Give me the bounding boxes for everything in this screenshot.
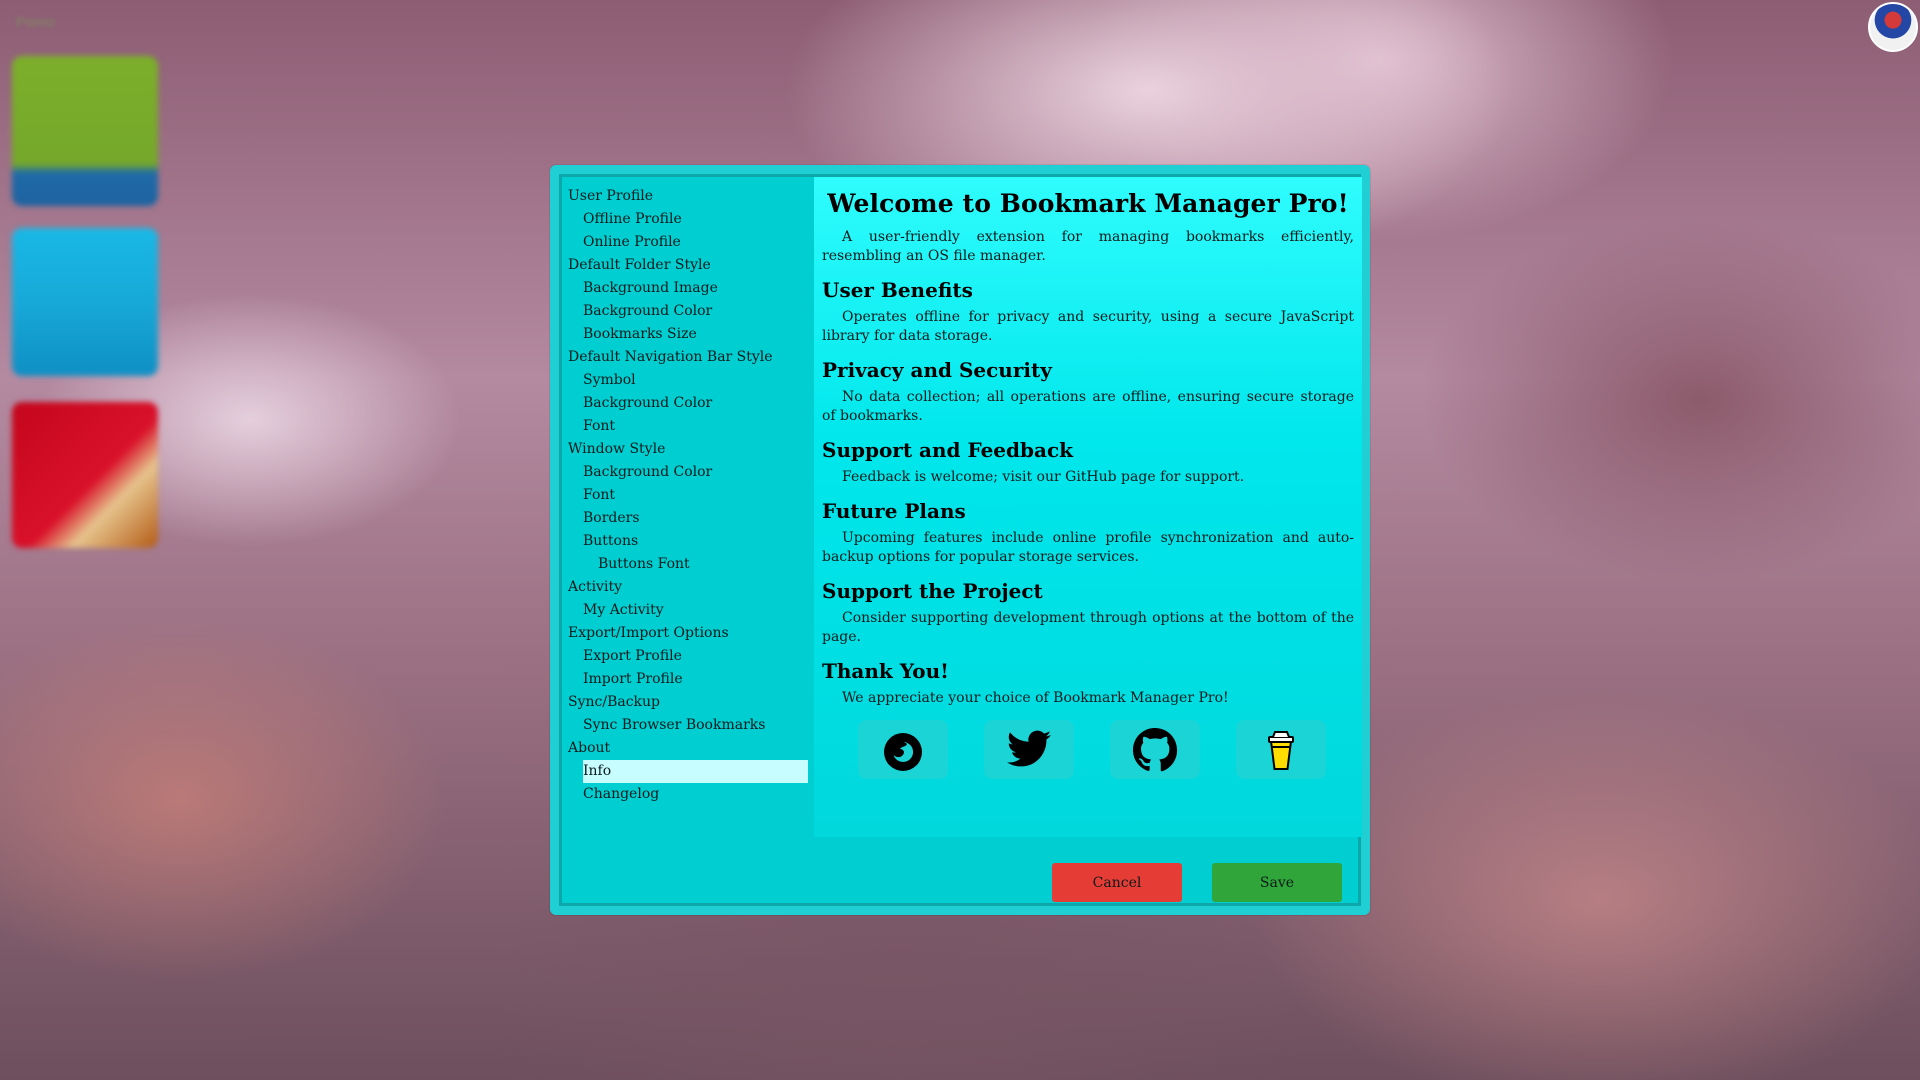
- buy-me-a-coffee-link-button[interactable]: [1236, 720, 1326, 779]
- sidebar-item-info[interactable]: Info: [583, 760, 808, 783]
- twitter-link-button[interactable]: [984, 720, 1074, 779]
- sidebar-item-nav-font[interactable]: Font: [562, 415, 812, 438]
- sidebar-item-default-folder-style[interactable]: Default Folder Style: [562, 254, 812, 277]
- sidebar-item-folder-background-image[interactable]: Background Image: [562, 277, 812, 300]
- sidebar-item-export-profile[interactable]: Export Profile: [562, 645, 812, 668]
- section-heading-user-benefits: User Benefits: [822, 278, 973, 302]
- section-text-support-project: Consider supporting development through …: [822, 610, 1354, 645]
- github-icon: [1132, 727, 1178, 771]
- sidebar-item-bookmarks-size[interactable]: Bookmarks Size: [562, 323, 812, 346]
- sidebar-item-online-profile[interactable]: Online Profile: [562, 231, 812, 254]
- sidebar-item-nav-symbol[interactable]: Symbol: [562, 369, 812, 392]
- sidebar-item-sync-browser-bookmarks[interactable]: Sync Browser Bookmarks: [562, 714, 812, 737]
- sidebar-item-borders[interactable]: Borders: [562, 507, 812, 530]
- firefox-link-button[interactable]: [858, 720, 948, 779]
- sidebar-item-user-profile[interactable]: User Profile: [562, 185, 812, 208]
- section-heading-support-project: Support the Project: [822, 579, 1043, 603]
- sidebar-item-about[interactable]: About: [562, 737, 812, 760]
- support-links: [822, 720, 1354, 779]
- sidebar-item-folder-background-color[interactable]: Background Color: [562, 300, 812, 323]
- section-heading-future-plans: Future Plans: [822, 499, 966, 523]
- sidebar-item-nav-background-color[interactable]: Background Color: [562, 392, 812, 415]
- sidebar-item-import-profile[interactable]: Import Profile: [562, 668, 812, 691]
- cancel-button[interactable]: Cancel: [1052, 863, 1182, 902]
- sidebar-item-window-background-color[interactable]: Background Color: [562, 461, 812, 484]
- sidebar-item-buttons[interactable]: Buttons: [562, 530, 812, 553]
- settings-sidebar: User Profile Offline Profile Online Prof…: [562, 177, 812, 817]
- sidebar-item-buttons-font[interactable]: Buttons Font: [562, 553, 812, 576]
- section-text-support-feedback: Feedback is welcome; visit our GitHub pa…: [842, 469, 1245, 485]
- intro-text: A user-friendly extension for managing b…: [822, 229, 1354, 264]
- desktop-tile-green[interactable]: [12, 56, 158, 206]
- desktop-tile-red[interactable]: [12, 402, 158, 548]
- section-heading-thank-you: Thank You!: [822, 659, 949, 683]
- sidebar-item-offline-profile[interactable]: Offline Profile: [562, 208, 812, 231]
- twitter-icon: [1007, 730, 1051, 766]
- coffee-cup-icon: [1268, 730, 1294, 770]
- section-text-future-plans: Upcoming features include online profile…: [822, 530, 1354, 565]
- sidebar-item-nav-bar-style[interactable]: Default Navigation Bar Style: [562, 346, 812, 369]
- section-heading-support-feedback: Support and Feedback: [822, 438, 1073, 462]
- sidebar-item-sync-backup[interactable]: Sync/Backup: [562, 691, 812, 714]
- dialog-body: User Profile Offline Profile Online Prof…: [559, 174, 1362, 906]
- desktop-app-label: Pomo: [16, 14, 56, 31]
- firefox-icon: [884, 732, 922, 771]
- desktop-tile-blue[interactable]: [12, 228, 158, 376]
- sidebar-item-export-import[interactable]: Export/Import Options: [562, 622, 812, 645]
- sidebar-item-my-activity[interactable]: My Activity: [562, 599, 812, 622]
- sidebar-item-window-style[interactable]: Window Style: [562, 438, 812, 461]
- sidebar-item-changelog[interactable]: Changelog: [562, 783, 812, 806]
- settings-dialog: User Profile Offline Profile Online Prof…: [550, 165, 1370, 915]
- user-avatar[interactable]: [1868, 2, 1918, 52]
- section-text-user-benefits: Operates offline for privacy and securit…: [822, 309, 1354, 344]
- section-heading-privacy: Privacy and Security: [822, 358, 1052, 382]
- save-button[interactable]: Save: [1212, 863, 1342, 902]
- page-title: Welcome to Bookmark Manager Pro!: [827, 189, 1349, 218]
- section-text-thank-you: We appreciate your choice of Bookmark Ma…: [842, 690, 1229, 706]
- github-link-button[interactable]: [1110, 720, 1200, 779]
- sidebar-item-window-font[interactable]: Font: [562, 484, 812, 507]
- section-text-privacy: No data collection; all operations are o…: [822, 389, 1354, 424]
- sidebar-item-activity[interactable]: Activity: [562, 576, 812, 599]
- info-panel: Welcome to Bookmark Manager Pro! A user-…: [814, 177, 1362, 837]
